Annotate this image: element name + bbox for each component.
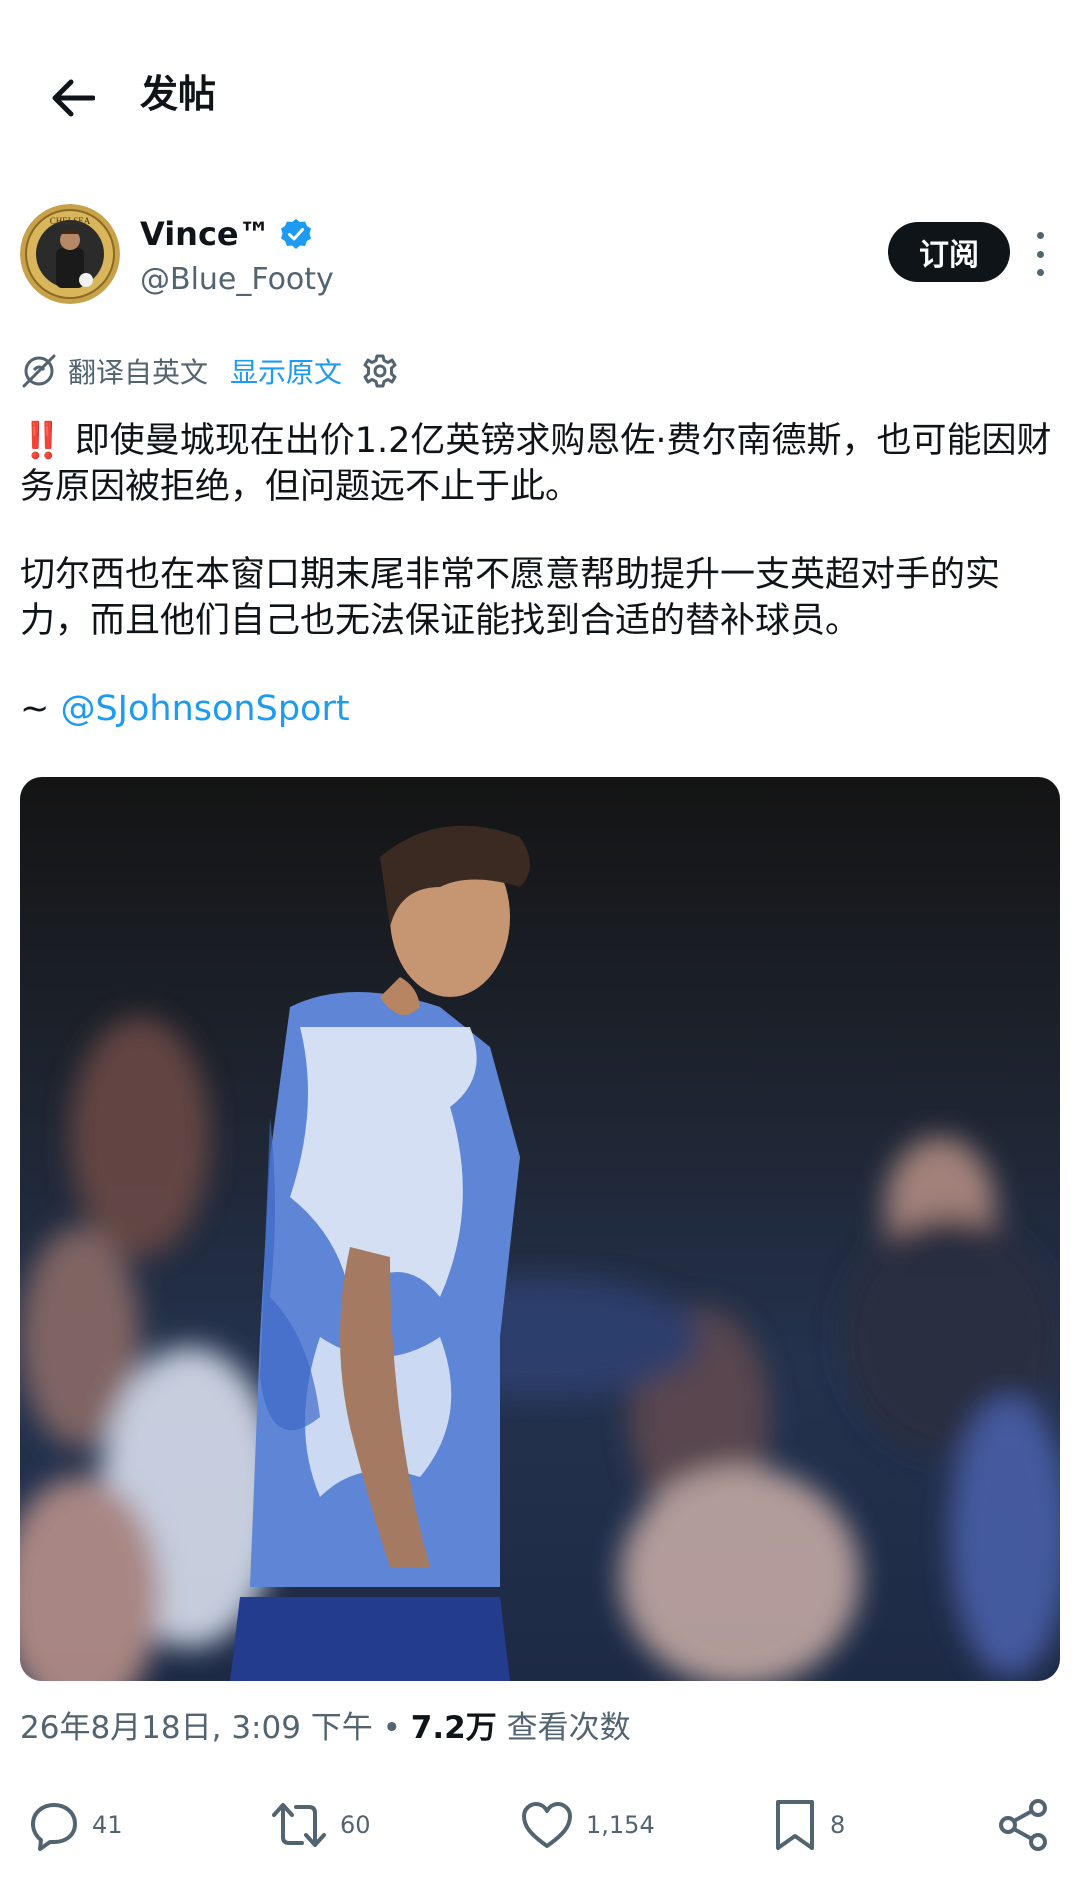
mention-link[interactable]: @SJohnsonSport xyxy=(60,689,349,729)
bookmark-count: 8 xyxy=(830,1811,846,1839)
reply-button[interactable]: 41 xyxy=(28,1790,123,1860)
verified-badge-icon xyxy=(280,219,311,249)
player-photo xyxy=(20,777,1060,1681)
subscribe-button[interactable]: 订阅 xyxy=(888,222,1010,282)
double-exclamation-icon: ‼️ xyxy=(20,421,64,461)
user-handle[interactable]: @Blue_Footy xyxy=(140,260,334,300)
views-count: 7.2万 xyxy=(410,1710,497,1746)
repost-button[interactable]: 60 xyxy=(270,1790,371,1860)
share-button[interactable] xyxy=(998,1790,1050,1860)
post-paragraph-1: ‼️ 即使曼城现在出价1.2亿英镑求购恩佐·费尔南德斯，也可能因财务原因被拒绝，… xyxy=(20,418,1060,510)
action-bar: 41 60 1,154 8 xyxy=(0,1790,1080,1860)
credit-prefix: ~ xyxy=(20,689,61,729)
author-row: CHELSEA Vince™ @Blue_Footy 订阅 xyxy=(20,200,1060,310)
svg-text:CHELSEA: CHELSEA xyxy=(50,216,91,226)
post-timestamp[interactable]: 26年8月18日, 3:09 下午 xyxy=(20,1710,373,1746)
post-meta: 26年8月18日, 3:09 下午 • 7.2万 查看次数 xyxy=(20,1706,631,1750)
heart-icon xyxy=(522,1802,572,1848)
reply-count: 41 xyxy=(92,1811,123,1839)
gear-icon[interactable] xyxy=(362,353,398,389)
bookmark-icon xyxy=(776,1800,814,1850)
like-count: 1,154 xyxy=(586,1811,655,1839)
back-button[interactable] xyxy=(44,70,100,126)
repost-icon xyxy=(272,1803,326,1847)
more-options-icon[interactable] xyxy=(1030,232,1050,276)
post-credit: ~ @SJohnsonSport xyxy=(20,686,1060,732)
post-body: ‼️ 即使曼城现在出价1.2亿英镑求购恩佐·费尔南德斯，也可能因财务原因被拒绝，… xyxy=(20,418,1060,774)
paragraph-1-text: 即使曼城现在出价1.2亿英镑求购恩佐·费尔南德斯，也可能因财务原因被拒绝，但问题… xyxy=(20,421,1052,507)
avatar[interactable]: CHELSEA xyxy=(20,204,120,304)
views-label: 查看次数 xyxy=(496,1710,631,1746)
arrow-left-icon xyxy=(52,79,95,117)
avatar-image: CHELSEA xyxy=(20,204,120,304)
post-paragraph-2: 切尔西也在本窗口期末尾非常不愿意帮助提升一支英超对手的实力，而且他们自己也无法保… xyxy=(20,555,1001,641)
post-image[interactable] xyxy=(20,777,1060,1681)
name-row: Vince™ xyxy=(140,212,313,256)
reply-icon xyxy=(31,1803,77,1851)
like-button[interactable]: 1,154 xyxy=(520,1790,655,1860)
bookmark-button[interactable]: 8 xyxy=(772,1790,845,1860)
top-bar: 发帖 xyxy=(0,0,1080,190)
page-title: 发帖 xyxy=(140,72,217,116)
translate-icon xyxy=(22,354,56,388)
meta-separator: • xyxy=(372,1710,411,1746)
display-name[interactable]: Vince™ xyxy=(140,212,271,256)
share-icon xyxy=(999,1799,1047,1851)
repost-count: 60 xyxy=(340,1811,371,1839)
translated-notice: 翻译自英文 xyxy=(68,356,209,389)
translation-row: 翻译自英文 显示原文 xyxy=(20,348,398,394)
show-original-link[interactable]: 显示原文 xyxy=(230,351,342,391)
